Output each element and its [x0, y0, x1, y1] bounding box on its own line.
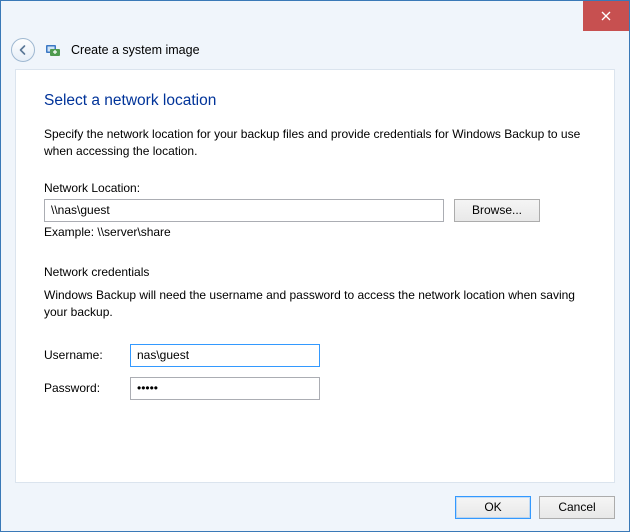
dialog-window: Create a system image Select a network l…: [0, 0, 630, 532]
network-example-text: Example: \\server\share: [44, 225, 586, 239]
titlebar: [1, 1, 629, 31]
content-panel: Select a network location Specify the ne…: [15, 69, 615, 483]
network-location-label: Network Location:: [44, 181, 586, 195]
close-icon: [601, 11, 611, 21]
back-button[interactable]: [11, 38, 35, 62]
browse-button[interactable]: Browse...: [454, 199, 540, 222]
window-title: Create a system image: [71, 43, 200, 57]
arrow-left-icon: [17, 44, 29, 56]
system-image-icon: [45, 42, 61, 58]
password-label: Password:: [44, 381, 130, 395]
header-bar: Create a system image: [1, 31, 629, 69]
network-location-row: Browse...: [44, 199, 586, 222]
username-row: Username:: [44, 344, 586, 367]
network-location-input[interactable]: [44, 199, 444, 222]
username-input[interactable]: [130, 344, 320, 367]
credentials-section-label: Network credentials: [44, 265, 586, 279]
cancel-button[interactable]: Cancel: [539, 496, 615, 519]
close-button[interactable]: [583, 1, 629, 31]
page-description: Specify the network location for your ba…: [44, 126, 584, 161]
password-input[interactable]: [130, 377, 320, 400]
username-label: Username:: [44, 348, 130, 362]
password-row: Password:: [44, 377, 586, 400]
dialog-footer: OK Cancel: [1, 483, 629, 531]
page-heading: Select a network location: [44, 92, 586, 110]
credentials-description: Windows Backup will need the username an…: [44, 287, 584, 322]
ok-button[interactable]: OK: [455, 496, 531, 519]
